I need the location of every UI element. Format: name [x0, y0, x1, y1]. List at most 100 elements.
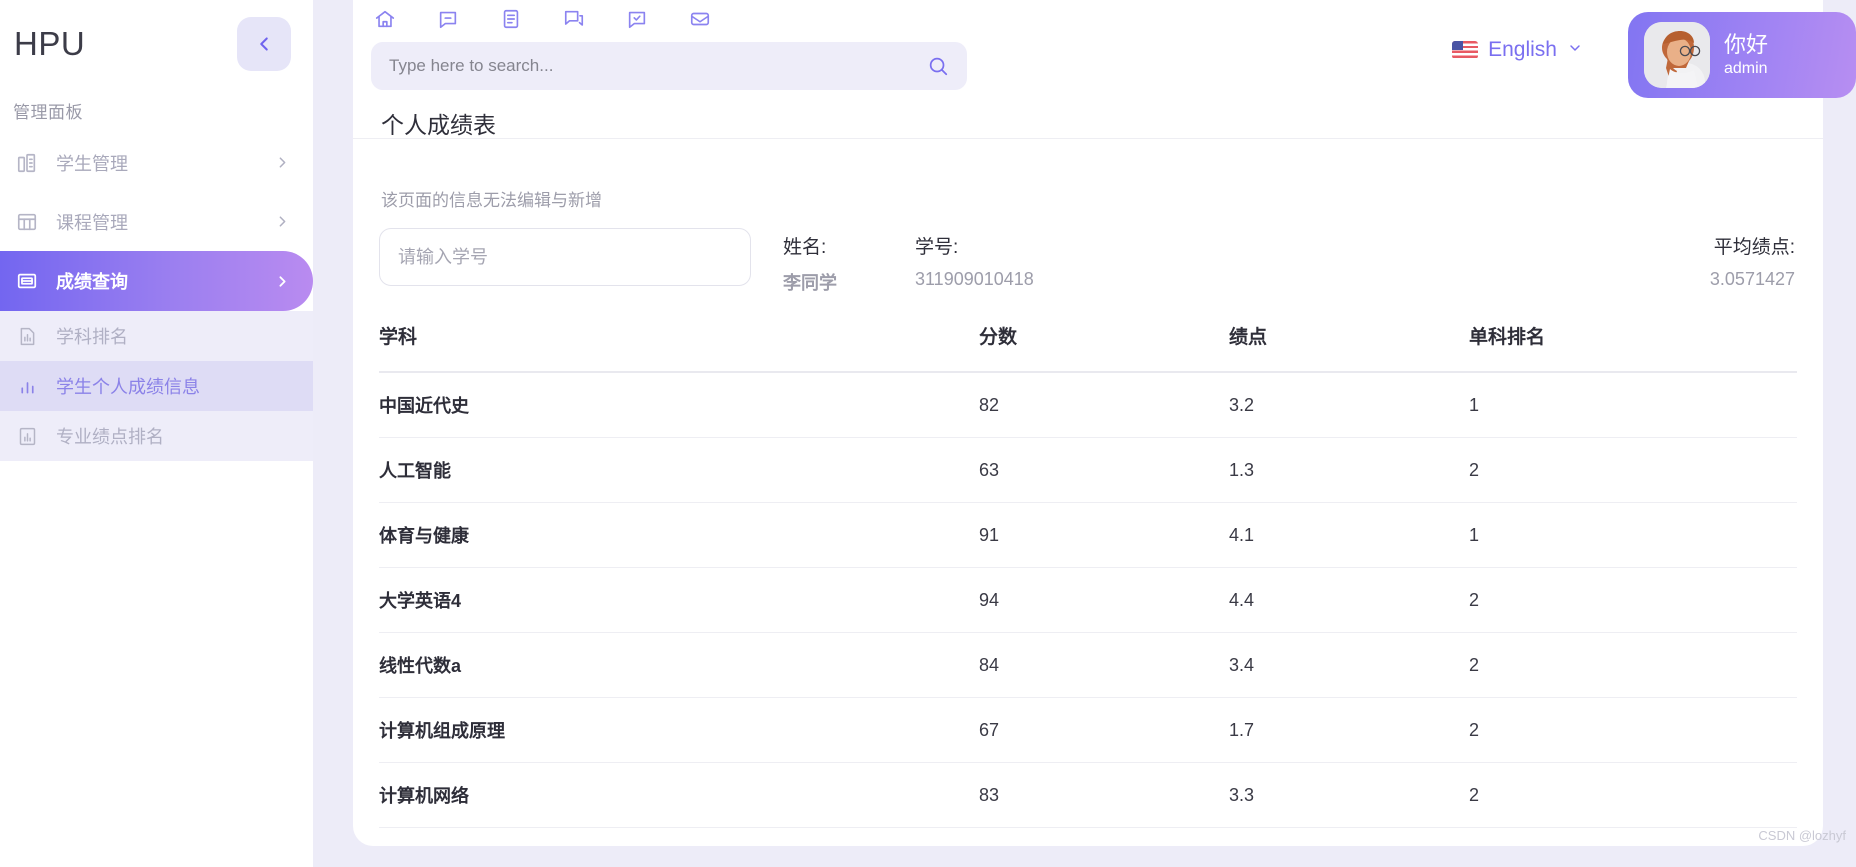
table-row: 体育与健康 91 4.1 1 [379, 502, 1797, 568]
score-cell: 91 [979, 502, 1229, 568]
subject-cell: 线性代数a [379, 632, 979, 698]
sidebar-submenu-grade-query: 学科排名 学生个人成绩信息 专业绩点排名 [0, 311, 313, 461]
column-header-rank: 单科排名 [1469, 314, 1797, 373]
student-name-block: 姓名: 李同学 [783, 232, 837, 295]
student-id-value: 311909010418 [915, 269, 1034, 289]
chevron-right-icon [274, 154, 291, 171]
score-cell: 84 [979, 632, 1229, 698]
chevron-left-icon [253, 33, 275, 55]
sidebar-item-label: 成绩查询 [56, 272, 128, 292]
language-label: English [1488, 38, 1557, 61]
comment-minus-icon[interactable] [416, 0, 479, 38]
student-name-label: 姓名: [783, 237, 827, 258]
sidebar-item-label: 学科排名 [56, 327, 128, 347]
comment-check-icon[interactable] [605, 0, 668, 38]
rank-cell: 2 [1469, 437, 1797, 503]
language-selector[interactable]: English [1452, 38, 1583, 62]
table-row: 计算机组成原理 67 1.7 2 [379, 697, 1797, 763]
us-flag-icon [1452, 41, 1479, 59]
rank-cell: 1 [1469, 502, 1797, 568]
column-header-score: 分数 [979, 314, 1229, 373]
table-row: 人工智能 63 1.3 2 [379, 437, 1797, 503]
chevron-right-icon [274, 273, 291, 290]
gpa-cell: 3.3 [1229, 762, 1469, 828]
gpa-cell: 3.4 [1229, 632, 1469, 698]
score-cell: 82 [979, 372, 1229, 438]
rank-cell: 2 [1469, 567, 1797, 633]
subject-cell: 人工智能 [379, 437, 979, 503]
student-id-input[interactable] [398, 246, 732, 268]
sidebar-item-grade-query[interactable]: 成绩查询 [0, 251, 313, 311]
student-id-block: 学号: 311909010418 [915, 232, 1034, 290]
average-gpa-block: 平均绩点: 3.0571427 [1710, 232, 1795, 290]
score-cell: 83 [979, 762, 1229, 828]
sidebar-item-label: 学生个人成绩信息 [56, 377, 200, 397]
app-brand-title: HPU [14, 25, 86, 62]
card-divider [353, 138, 1823, 139]
table-header-row: 学科 分数 绩点 单科排名 [379, 314, 1797, 373]
gpa-cell: 4.1 [1229, 502, 1469, 568]
chat-bubbles-icon[interactable] [542, 0, 605, 38]
rank-cell: 2 [1469, 762, 1797, 828]
bar-chart-icon [14, 376, 40, 397]
table-row: 线性代数a 84 3.4 2 [379, 632, 1797, 698]
topnav-icon-bar [353, 0, 731, 38]
app-root: HPU 管理面板 学生管理 课程管理 成绩查询 学科排名 学生个人成绩信息 专业… [0, 0, 1856, 867]
user-name: admin [1724, 59, 1768, 77]
main-area: 个人成绩表 该页面的信息无法编辑与新增 姓名: 李同学 学号: 31190901… [313, 0, 1856, 867]
sidebar-item-subject-ranking[interactable]: 学科排名 [0, 311, 313, 361]
sidebar-item-student-management[interactable]: 学生管理 [0, 133, 313, 192]
subject-cell: 计算机网络 [379, 762, 979, 828]
table-row: 中国近代史 82 3.2 1 [379, 372, 1797, 438]
table-row: 大学英语4 94 4.4 2 [379, 567, 1797, 633]
student-id-input-wrapper[interactable] [379, 228, 751, 286]
search-icon[interactable] [927, 55, 949, 77]
chevron-right-icon [274, 213, 291, 230]
bar-chart-doc-icon [14, 426, 40, 447]
home-icon[interactable] [353, 0, 416, 38]
sidebar-item-label: 课程管理 [56, 212, 128, 233]
search-input[interactable] [389, 56, 927, 76]
gpa-cell: 4.4 [1229, 567, 1469, 633]
gpa-cell: 1.3 [1229, 437, 1469, 503]
subject-cell: 中国近代史 [379, 372, 979, 438]
sidebar-collapse-button[interactable] [237, 17, 291, 71]
id-card-icon [14, 270, 40, 292]
rank-cell: 2 [1469, 632, 1797, 698]
grades-table-head: 学科 分数 绩点 单科排名 [379, 314, 1797, 373]
search-box[interactable] [371, 42, 967, 90]
column-header-subject: 学科 [379, 314, 979, 373]
rank-cell: 2 [1469, 697, 1797, 763]
subject-cell: 体育与健康 [379, 502, 979, 568]
average-gpa-value: 3.0571427 [1709, 269, 1795, 289]
score-cell: 67 [979, 697, 1229, 763]
sidebar: HPU 管理面板 学生管理 课程管理 成绩查询 学科排名 学生个人成绩信息 专业… [0, 0, 313, 867]
sidebar-item-course-management[interactable]: 课程管理 [0, 192, 313, 251]
page-notice: 该页面的信息无法编辑与新增 [381, 191, 602, 210]
subject-cell: 大学英语4 [379, 567, 979, 633]
score-cell: 63 [979, 437, 1229, 503]
table-row: 计算机网络 83 3.3 2 [379, 762, 1797, 828]
watermark: CSDN @lozhyf [1758, 828, 1846, 843]
grades-table: 学科 分数 绩点 单科排名 中国近代史 82 3.2 1 人工智能 63 1.3 2 体育与健康… [379, 314, 1797, 828]
sidebar-item-label: 学生管理 [56, 153, 128, 174]
chevron-down-icon [1567, 40, 1583, 61]
sidebar-item-major-gpa-ranking[interactable]: 专业绩点排名 [0, 411, 313, 461]
rank-cell: 1 [1469, 372, 1797, 438]
sidebar-nav-list: 学生管理 课程管理 成绩查询 [0, 133, 313, 311]
building-chart-icon [14, 152, 40, 174]
subject-cell: 计算机组成原理 [379, 697, 979, 763]
content-card: 个人成绩表 该页面的信息无法编辑与新增 姓名: 李同学 学号: 31190901… [353, 14, 1823, 846]
column-header-gpa: 绩点 [1229, 314, 1469, 373]
inbox-icon[interactable] [668, 0, 731, 38]
sidebar-brand-row: HPU [0, 0, 313, 72]
sidebar-item-label: 专业绩点排名 [56, 427, 164, 447]
grades-table-body: 中国近代史 82 3.2 1 人工智能 63 1.3 2 体育与健康 91 4.1 1 大学英语4 94 4… [379, 372, 1797, 828]
document-list-icon[interactable] [479, 0, 542, 38]
bar-chart-doc-icon [14, 326, 40, 347]
table-icon [14, 211, 40, 233]
user-profile-chip[interactable]: 你好 admin [1628, 12, 1856, 98]
student-name-value: 李同学 [783, 273, 837, 293]
sidebar-section-label: 管理面板 [13, 103, 83, 122]
sidebar-item-student-personal-grades[interactable]: 学生个人成绩信息 [0, 361, 313, 411]
